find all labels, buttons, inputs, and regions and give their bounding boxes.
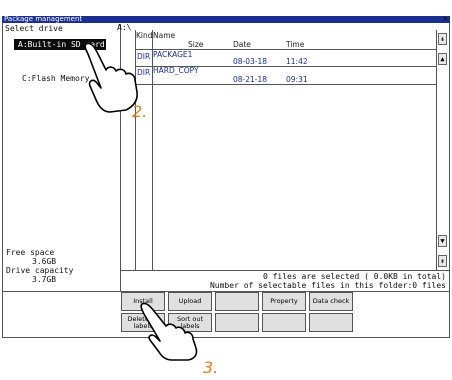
scroll-bottom-button[interactable]: ⇟ xyxy=(438,255,447,267)
window-title: Package management xyxy=(4,15,83,23)
list-bottom-border xyxy=(120,270,450,271)
scroll-top-button[interactable]: ⇞ xyxy=(438,33,447,45)
close-icon[interactable]: × xyxy=(443,14,448,24)
col-kind: Kind xyxy=(136,31,153,40)
drive-capacity-value: 3.7GB xyxy=(32,275,57,284)
row-date[interactable]: 08-03-18 xyxy=(233,57,267,66)
col-time: Time xyxy=(286,40,305,49)
row-divider xyxy=(135,84,436,85)
select-drive-heading: Select drive xyxy=(5,24,63,33)
selection-status: 0 files are selected ( 0.0KB in total) xyxy=(262,272,446,281)
row-date[interactable]: 08-21-18 xyxy=(233,75,267,84)
row-name[interactable]: HARD_COPY xyxy=(153,66,199,75)
row-time[interactable]: 11:42 xyxy=(286,57,308,66)
data-check-button[interactable]: Data check xyxy=(309,292,353,311)
pointing-hand-icon xyxy=(84,42,138,113)
property-button[interactable]: Property xyxy=(262,292,306,311)
empty-button[interactable] xyxy=(309,313,353,332)
scroll-up-button[interactable]: ▲ xyxy=(438,53,447,65)
col-date: Date xyxy=(233,40,251,49)
selectable-count: Number of selectable files in this folde… xyxy=(209,281,446,290)
scrollbar-track[interactable] xyxy=(436,30,437,270)
drive-capacity-label: Drive capacity xyxy=(6,266,74,275)
empty-button[interactable] xyxy=(262,313,306,332)
free-space-value: 3.6GB xyxy=(32,257,57,266)
col-name: Name xyxy=(153,31,176,40)
row-name[interactable]: PACKAGE1 xyxy=(153,50,192,59)
scroll-down-button[interactable]: ▼ xyxy=(438,235,447,247)
row-time[interactable]: 09:31 xyxy=(286,75,308,84)
pointing-hand-icon xyxy=(140,302,198,361)
empty-button[interactable] xyxy=(215,313,259,332)
col-size: Size xyxy=(188,40,204,49)
free-space-label: Free space xyxy=(6,248,55,257)
empty-button[interactable] xyxy=(215,292,259,311)
current-path: A:\ xyxy=(117,23,132,32)
